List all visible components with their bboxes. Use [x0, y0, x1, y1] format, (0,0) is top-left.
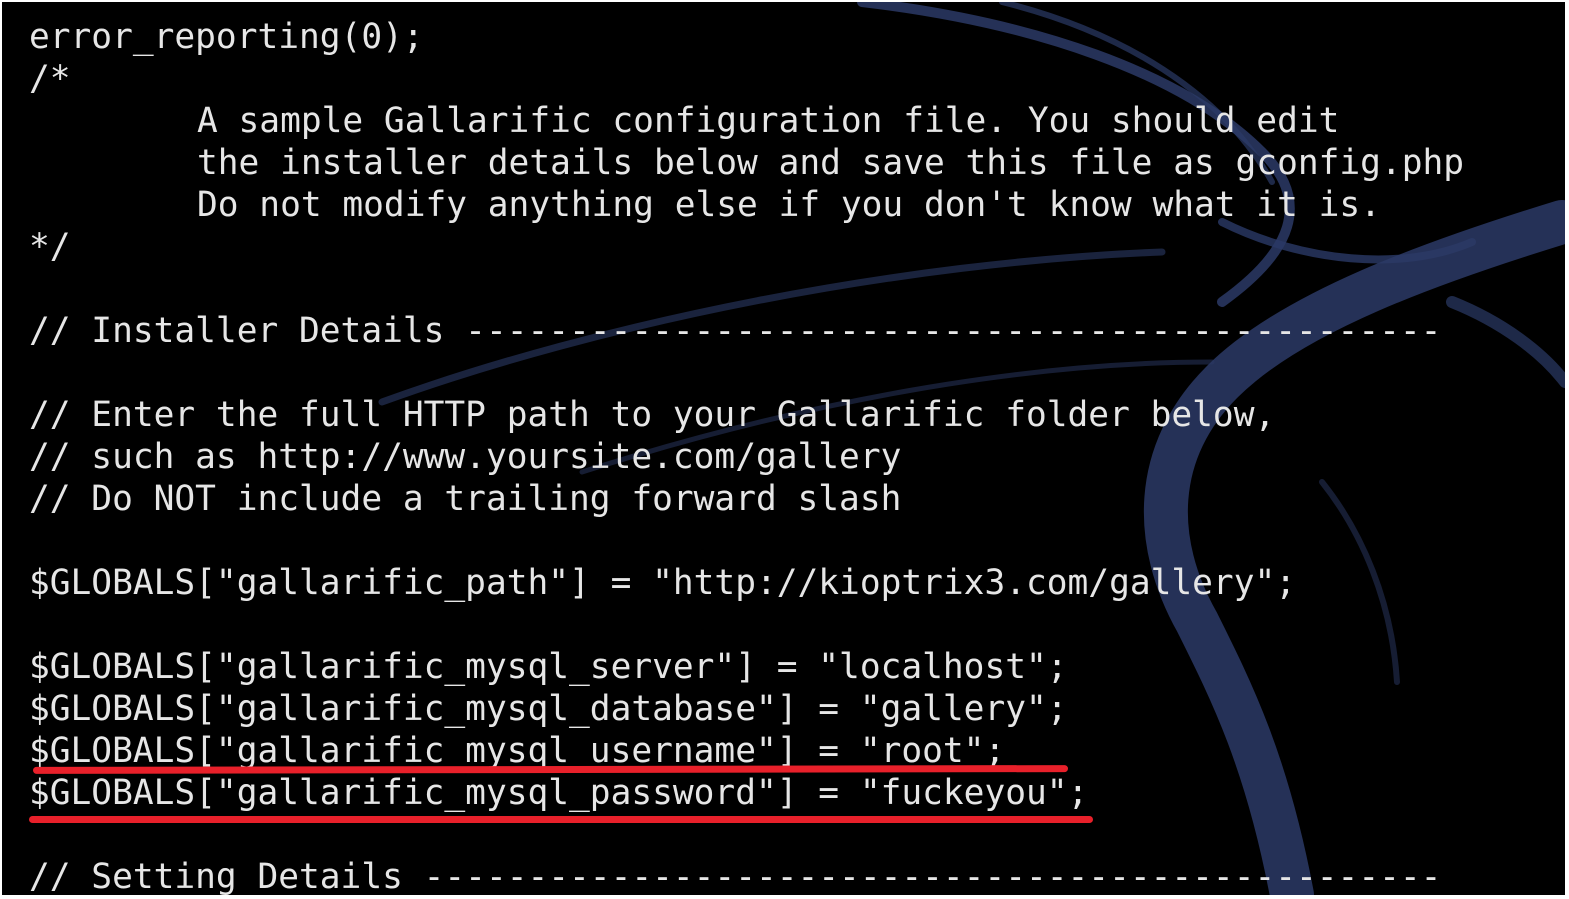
code-line: // Setting Details ---------------------… [29, 857, 1442, 895]
code-line: // Enter the full HTTP path to your Gall… [29, 395, 1276, 435]
code-line: $GLOBALS["gallarific_mysql_server"] = "l… [29, 647, 1068, 687]
code-line: A sample Gallarific configuration file. … [197, 101, 1340, 141]
code-line: // such as http://www.yoursite.com/galle… [29, 437, 902, 477]
code-line: // Do NOT include a trailing forward sla… [29, 479, 902, 519]
code-line-username: $GLOBALS["gallarific_mysql_username"] = … [29, 731, 1006, 771]
code-line: /* [29, 59, 71, 99]
code-line-password: $GLOBALS["gallarific_mysql_password"] = … [29, 773, 1089, 813]
code-line: $GLOBALS["gallarific_path"] = "http://ki… [29, 563, 1297, 603]
terminal-window[interactable]: error_reporting(0);/* A sample Gallarific… [2, 2, 1565, 895]
code-line: */ [29, 227, 71, 267]
code-line: $GLOBALS["gallarific_mysql_database"] = … [29, 689, 1068, 729]
code-line: error_reporting(0); [29, 17, 424, 57]
code-line: // Installer Details -------------------… [29, 311, 1442, 351]
code-line: the installer details below and save thi… [197, 143, 1465, 183]
code-view: error_reporting(0);/* A sample Gallarific… [29, 16, 1464, 895]
code-line: Do not modify anything else if you don't… [197, 185, 1381, 225]
